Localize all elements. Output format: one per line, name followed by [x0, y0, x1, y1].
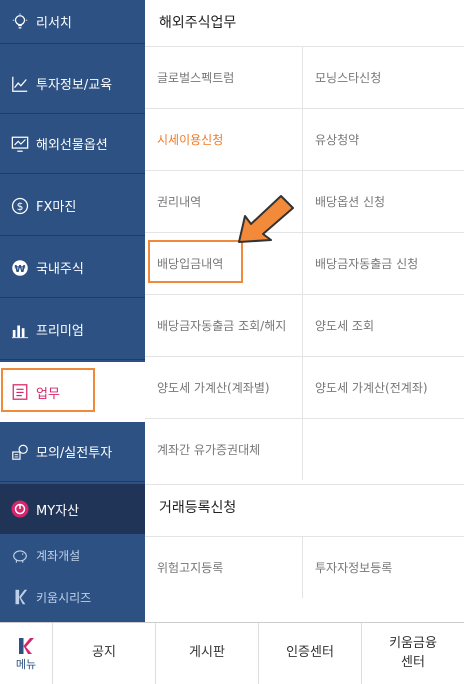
sidebar-item-label: 계좌개설 [36, 548, 81, 563]
app: 리서치 투자정보/교육 해외선물옵션 $ FX마진 ₩ 국내주식 프리미엄 업무… [0, 0, 464, 684]
k-logo-icon [10, 587, 30, 607]
chart-line-icon [10, 74, 30, 94]
svg-text:$: $ [17, 200, 24, 213]
sidebar-item-label: 업무 [36, 386, 60, 402]
menu-dividend-option[interactable]: 배당옵션 신청 [303, 170, 464, 232]
checklist-icon [10, 382, 30, 402]
sidebar-item-label: 해외선물옵션 [36, 138, 108, 153]
main-panel: 해외주식업무 글로벌스펙트럼 모닝스타신청 시세이용신청 유상청약 권리내역 배… [145, 0, 464, 622]
sidebar-item-label: MY자산 [36, 503, 80, 519]
sidebar: 리서치 투자정보/교육 해외선물옵션 $ FX마진 ₩ 국내주식 프리미엄 업무… [0, 0, 145, 622]
sidebar-item-label: FX마진 [36, 200, 77, 215]
section-title-overseas: 해외주식업무 [159, 15, 237, 31]
nav-cert-center[interactable]: 인증센터 [258, 623, 361, 684]
nav-kiwoom-finance-center[interactable]: 키움금융 센터 [361, 623, 464, 684]
menu-transfer-tax[interactable]: 양도세 조회 [303, 294, 464, 356]
bottom-nav: 메뉴 공지 게시판 인증센터 키움금융 센터 [0, 622, 464, 684]
menu-label: 메뉴 [15, 657, 37, 671]
menu-dividend-auto-cancel[interactable]: 배당금자동출금 조회/해지 [145, 294, 303, 356]
menu-quote-subscription[interactable]: 시세이용신청 [145, 108, 303, 170]
sidebar-item-invest-info[interactable]: 투자정보/교육 [0, 54, 145, 114]
sidebar-item-premium[interactable]: 프리미엄 [0, 300, 145, 360]
bar-chart-icon [10, 320, 30, 340]
monitor-chart-icon [10, 134, 30, 154]
menu-risk-notice[interactable]: 위험고지등록 [145, 536, 303, 598]
menu-global-spectrum[interactable]: 글로벌스펙트럼 [145, 46, 303, 108]
menu-investor-info[interactable]: 투자자정보등록 [303, 536, 464, 598]
menu-securities-transfer[interactable]: 계좌간 유가증권대체 [145, 418, 303, 480]
menu-button[interactable]: 메뉴 [0, 623, 52, 684]
piggy-icon [10, 545, 30, 565]
menu-tax-calc-account[interactable]: 양도세 가계산(계좌별) [145, 356, 303, 418]
sidebar-item-work[interactable]: 업무 [0, 362, 145, 422]
won-icon: ₩ [10, 258, 30, 278]
sidebar-item-fx-margin[interactable]: $ FX마진 [0, 176, 145, 236]
menu-morningstar[interactable]: 모닝스타신청 [303, 46, 464, 108]
nav-notice[interactable]: 공지 [52, 623, 155, 684]
section-title-trade-registration: 거래등록신청 [145, 484, 464, 528]
menu-tax-calc-all[interactable]: 양도세 가계산(전계좌) [303, 356, 464, 418]
sidebar-item-overseas-futures[interactable]: 해외선물옵션 [0, 114, 145, 174]
sidebar-item-kiwoom-series[interactable]: 키움시리즈 [0, 576, 145, 618]
menu-rights-history[interactable]: 권리내역 [145, 170, 303, 232]
coin-stack-icon [10, 442, 30, 462]
bulb-icon [10, 12, 30, 32]
menu-dividend-auto-withdraw[interactable]: 배당금자동출금 신청 [303, 232, 464, 294]
dollar-icon: $ [10, 196, 30, 216]
svg-text:₩: ₩ [15, 264, 26, 275]
menu-dividend-deposit[interactable]: 배당입금내역 [145, 232, 303, 294]
sidebar-item-label: 모의/실전투자 [36, 446, 113, 461]
sidebar-item-label: 리서치 [36, 16, 72, 31]
sidebar-item-label: 국내주식 [36, 262, 84, 277]
k-logo-icon [19, 637, 34, 654]
sidebar-item-label: 프리미엄 [36, 324, 84, 339]
sidebar-item-mock-invest[interactable]: 모의/실전투자 [0, 422, 145, 482]
sidebar-item-my-assets[interactable]: MY자산 [0, 484, 145, 534]
sidebar-item-open-account[interactable]: 계좌개설 [0, 534, 145, 576]
menu-empty-cell [303, 418, 464, 480]
sidebar-item-research[interactable]: 리서치 [0, 0, 145, 44]
nav-board[interactable]: 게시판 [155, 623, 258, 684]
sidebar-item-label: 투자정보/교육 [36, 78, 113, 93]
sidebar-item-domestic-stock[interactable]: ₩ 국내주식 [0, 238, 145, 298]
pie-icon [10, 499, 30, 519]
menu-rights-offering[interactable]: 유상청약 [303, 108, 464, 170]
sidebar-item-label: 키움시리즈 [36, 590, 92, 605]
